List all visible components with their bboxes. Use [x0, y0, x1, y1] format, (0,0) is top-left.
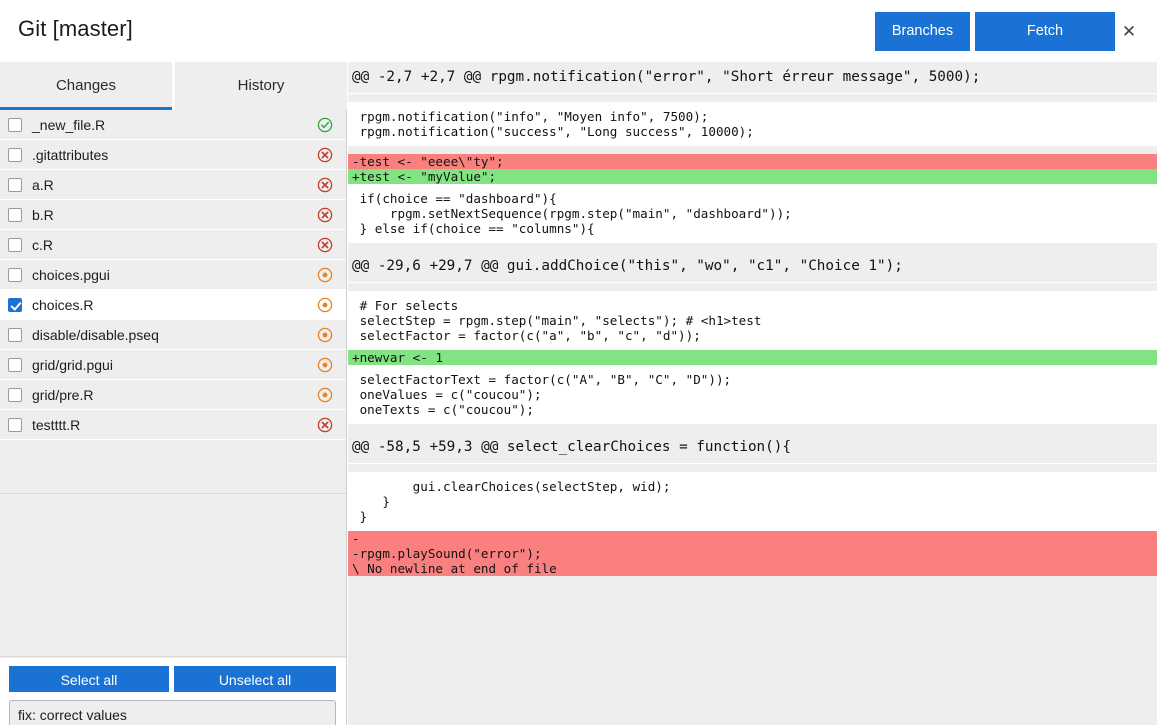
file-row[interactable]: testttt.R [0, 410, 346, 440]
diff-line-ctx: selectFactorText = factor(c("A", "B", "C… [348, 365, 1157, 387]
diff-line-del: - [348, 531, 1157, 546]
file-checkbox[interactable] [8, 387, 22, 402]
diff-line-hunk: @@ -29,6 +29,7 @@ gui.addChoice("this", … [348, 251, 1157, 283]
file-row[interactable]: _new_file.R [0, 110, 346, 140]
diff-line-ctx: if(choice == "dashboard"){ [348, 184, 1157, 206]
tab-history[interactable]: History [175, 62, 347, 110]
diff-line-ctx: oneValues = c("coucou"); [348, 387, 1157, 402]
file-name-label: b.R [32, 206, 54, 223]
file-row[interactable]: .gitattributes [0, 140, 346, 170]
file-status-added-icon [317, 117, 333, 133]
file-checkbox[interactable] [8, 177, 22, 192]
diff-line-ctx: oneTexts = c("coucou"); [348, 402, 1157, 424]
file-checkbox[interactable] [8, 297, 22, 312]
diff-viewer[interactable]: @@ -2,7 +2,7 @@ rpgm.notification("error… [348, 62, 1157, 725]
diff-line-ctx: } [348, 494, 1157, 509]
file-status-modified-icon [317, 387, 333, 403]
commit-controls: Select all Unselect all Commit [0, 658, 346, 725]
close-icon[interactable]: ✕ [1117, 20, 1141, 44]
file-status-modified-icon [317, 357, 333, 373]
file-checkbox[interactable] [8, 357, 22, 372]
file-name-label: grid/grid.pgui [32, 356, 113, 373]
file-name-label: _new_file.R [32, 116, 106, 133]
file-row[interactable]: c.R [0, 230, 346, 260]
file-checkbox[interactable] [8, 327, 22, 342]
diff-line-ctx: gui.clearChoices(selectStep, wid); [348, 472, 1157, 494]
diff-line-gap [348, 94, 1157, 102]
file-checkbox[interactable] [8, 417, 22, 432]
diff-line-hunk: @@ -2,7 +2,7 @@ rpgm.notification("error… [348, 62, 1157, 94]
page-title: Git [master] [18, 16, 133, 41]
fetch-button[interactable]: Fetch [975, 12, 1115, 51]
diff-line-gap [348, 424, 1157, 432]
diff-line-hunk: @@ -58,5 +59,3 @@ select_clearChoices = … [348, 432, 1157, 464]
diff-line-add: +newvar <- 1 [348, 350, 1157, 365]
diff-line-ctx: selectStep = rpgm.step("main", "selects"… [348, 313, 1157, 328]
file-status-deleted-icon [317, 237, 333, 253]
file-name-label: choices.pgui [32, 266, 110, 283]
file-checkbox[interactable] [8, 207, 22, 222]
file-name-label: disable/disable.pseq [32, 326, 159, 343]
diff-line-gap [348, 243, 1157, 251]
file-status-modified-icon [317, 267, 333, 283]
file-list-empty-area [0, 493, 346, 657]
diff-line-gap [348, 464, 1157, 472]
file-checkbox[interactable] [8, 117, 22, 132]
file-checkbox[interactable] [8, 267, 22, 282]
commit-message-input[interactable] [9, 700, 336, 725]
diff-line-ctx: rpgm.setNextSequence(rpgm.step("main", "… [348, 206, 1157, 221]
branches-button[interactable]: Branches [875, 12, 970, 51]
file-checkbox[interactable] [8, 237, 22, 252]
left-panel: Changes History _new_file.R .gitattribute… [0, 62, 347, 725]
file-status-modified-icon [317, 327, 333, 343]
changed-files-list[interactable]: _new_file.R .gitattributes a.R b.R c.R choice… [0, 110, 346, 493]
git-client-window: Git [master] Branches Fetch ✕ Changes Hi… [0, 0, 1157, 725]
diff-line-ctx: rpgm.notification("info", "Moyen info", … [348, 102, 1157, 124]
file-name-label: grid/pre.R [32, 386, 94, 403]
diff-line-ctx: } else if(choice == "columns"){ [348, 221, 1157, 243]
file-row[interactable]: choices.pgui [0, 260, 346, 290]
file-checkbox[interactable] [8, 147, 22, 162]
file-row[interactable]: grid/pre.R [0, 380, 346, 410]
file-row[interactable]: a.R [0, 170, 346, 200]
tab-bar: Changes History [0, 62, 347, 110]
file-name-label: testttt.R [32, 416, 81, 433]
diff-line-del: -test <- "eeee\"ty"; [348, 154, 1157, 169]
file-row[interactable]: grid/grid.pgui [0, 350, 346, 380]
diff-line-del: \ No newline at end of file [348, 561, 1157, 576]
diff-line-gap [348, 283, 1157, 291]
file-name-label: c.R [32, 236, 53, 253]
diff-line-del: -rpgm.playSound("error"); [348, 546, 1157, 561]
file-row[interactable]: disable/disable.pseq [0, 320, 346, 350]
unselect-all-button[interactable]: Unselect all [174, 666, 336, 692]
diff-line-ctx: rpgm.notification("success", "Long succe… [348, 124, 1157, 146]
diff-line-ctx: selectFactor = factor(c("a", "b", "c", "… [348, 328, 1157, 350]
file-status-deleted-icon [317, 147, 333, 163]
file-row[interactable]: choices.R [0, 290, 346, 320]
diff-line-ctx: } [348, 509, 1157, 531]
tab-changes[interactable]: Changes [0, 62, 172, 110]
window-header: Git [master] Branches Fetch ✕ [0, 0, 1157, 62]
diff-line-add: +test <- "myValue"; [348, 169, 1157, 184]
file-status-modified-icon [317, 297, 333, 313]
diff-line-ctx: # For selects [348, 291, 1157, 313]
file-status-deleted-icon [317, 177, 333, 193]
select-all-button[interactable]: Select all [9, 666, 169, 692]
diff-line-gap [348, 146, 1157, 154]
file-status-deleted-icon [317, 417, 333, 433]
file-name-label: choices.R [32, 296, 94, 313]
file-row[interactable]: b.R [0, 200, 346, 230]
file-status-deleted-icon [317, 207, 333, 223]
file-name-label: .gitattributes [32, 146, 109, 163]
file-name-label: a.R [32, 176, 54, 193]
